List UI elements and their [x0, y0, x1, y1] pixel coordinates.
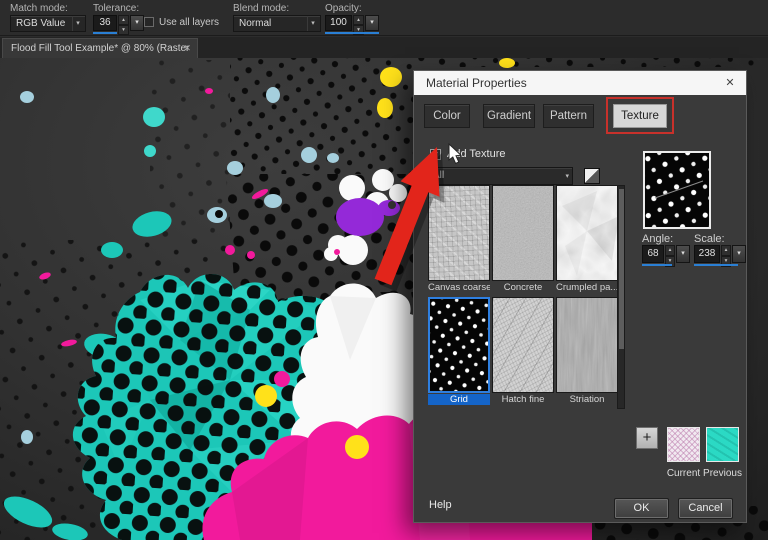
- texture-tile-concrete[interactable]: Concrete: [492, 185, 554, 293]
- close-icon[interactable]: ✕: [723, 71, 737, 95]
- texture-tile-crumpled-paper[interactable]: Crumpled pa...: [556, 185, 618, 293]
- match-mode-dropdown[interactable]: RGB Value ▾: [10, 15, 86, 32]
- check-icon: ✓: [432, 150, 440, 160]
- document-tab-bar: Flood Fill Tool Example* @ 80% (Raster 1…: [0, 37, 768, 58]
- angle-slider-button[interactable]: ▾: [676, 245, 690, 263]
- chevron-down-icon: ▾: [135, 19, 139, 26]
- tab-texture[interactable]: Texture: [613, 104, 667, 128]
- tab-color[interactable]: Color: [424, 104, 470, 128]
- previous-material-swatch[interactable]: [706, 427, 739, 462]
- opacity-label: Opacity:: [325, 3, 362, 14]
- dialog-title-bar[interactable]: Material Properties ✕: [414, 71, 746, 95]
- tolerance-slider-button[interactable]: ▾: [130, 15, 144, 31]
- previous-swatch-label: Previous: [699, 468, 746, 479]
- opacity-spinner[interactable]: ▴ ▾: [353, 15, 364, 31]
- tool-options-toolbar: Match mode: RGB Value ▾ Tolerance: 36 ▴ …: [0, 0, 768, 36]
- scale-label: Scale:: [694, 233, 725, 245]
- blend-mode-label: Blend mode:: [233, 3, 289, 14]
- angle-input[interactable]: 68: [642, 245, 664, 263]
- texture-swatch-list: Canvas coarse Concrete Crumpled pa... Gr…: [426, 185, 625, 413]
- chevron-down-icon: ▾: [681, 250, 685, 257]
- tab-gradient[interactable]: Gradient: [483, 104, 535, 128]
- spinner-up-icon[interactable]: ▴: [665, 245, 675, 256]
- ok-button[interactable]: OK: [614, 498, 669, 519]
- dialog-title: Material Properties: [426, 76, 527, 90]
- chevron-down-icon: ▾: [370, 19, 374, 26]
- tab-pattern[interactable]: Pattern: [543, 104, 594, 128]
- app-window: Match mode: RGB Value ▾ Tolerance: 36 ▴ …: [0, 0, 768, 540]
- current-material-swatch[interactable]: [667, 427, 700, 462]
- texture-tile-canvas-coarse[interactable]: Canvas coarse: [428, 185, 490, 293]
- tolerance-spinner[interactable]: ▴ ▾: [118, 15, 129, 31]
- cancel-button[interactable]: Cancel: [678, 498, 733, 519]
- material-properties-dialog: Material Properties ✕ Color Gradient Pat…: [413, 70, 747, 523]
- texture-tile-grid[interactable]: Grid: [428, 297, 490, 405]
- scrollbar-thumb[interactable]: [619, 189, 624, 349]
- opacity-accent-underline: [325, 32, 379, 34]
- tolerance-label: Tolerance:: [93, 3, 139, 14]
- use-all-layers-label: Use all layers: [159, 17, 219, 28]
- use-all-layers-checkbox[interactable]: [144, 17, 154, 27]
- scale-slider-button[interactable]: ▾: [732, 245, 746, 263]
- angle-spinner[interactable]: ▴ ▾: [665, 245, 675, 263]
- scale-accent-underline: [694, 264, 738, 266]
- tolerance-input[interactable]: 36: [93, 15, 117, 31]
- spinner-down-icon[interactable]: ▾: [118, 25, 129, 35]
- angle-accent-underline: [642, 264, 672, 266]
- spinner-up-icon[interactable]: ▴: [353, 15, 364, 25]
- chevron-down-icon: ▾: [565, 169, 569, 185]
- texture-thumb: [492, 297, 554, 393]
- add-texture-checkbox[interactable]: ✓: [430, 149, 441, 160]
- spinner-up-icon[interactable]: ▴: [118, 15, 129, 25]
- texture-thumb: [556, 297, 618, 393]
- chevron-down-icon: ▾: [307, 16, 318, 31]
- spinner-up-icon[interactable]: ▴: [721, 245, 731, 256]
- blend-mode-dropdown[interactable]: Normal ▾: [233, 15, 321, 32]
- chevron-down-icon: ▾: [72, 16, 83, 31]
- texture-thumb: [556, 185, 618, 281]
- texture-thumb: [428, 185, 490, 281]
- texture-library-icon[interactable]: [584, 168, 600, 184]
- texture-category-dropdown[interactable]: All ▾: [426, 167, 573, 185]
- texture-tile-striation[interactable]: Striation: [556, 297, 618, 405]
- match-mode-label: Match mode:: [10, 3, 68, 14]
- texture-thumb: [492, 185, 554, 281]
- add-to-palette-button[interactable]: +: [636, 427, 658, 449]
- document-tab[interactable]: Flood Fill Tool Example* @ 80% (Raster 1…: [2, 38, 198, 58]
- tolerance-accent-underline: [93, 32, 117, 34]
- scale-input[interactable]: 238: [694, 245, 720, 263]
- texture-list-scrollbar[interactable]: [617, 185, 625, 409]
- help-link[interactable]: Help: [429, 499, 452, 511]
- angle-label: Angle:: [642, 233, 673, 245]
- texture-thumb: [428, 297, 490, 393]
- add-texture-label: Add Texture: [447, 148, 506, 160]
- texture-preview: [643, 151, 711, 229]
- chevron-down-icon: ▾: [737, 250, 741, 257]
- plus-icon: +: [643, 429, 652, 446]
- close-icon[interactable]: ✕: [183, 39, 191, 58]
- scale-spinner[interactable]: ▴ ▾: [721, 245, 731, 263]
- opacity-input[interactable]: 100: [325, 15, 352, 31]
- opacity-slider-button[interactable]: ▾: [365, 15, 379, 31]
- texture-tile-hatch-fine[interactable]: Hatch fine: [492, 297, 554, 405]
